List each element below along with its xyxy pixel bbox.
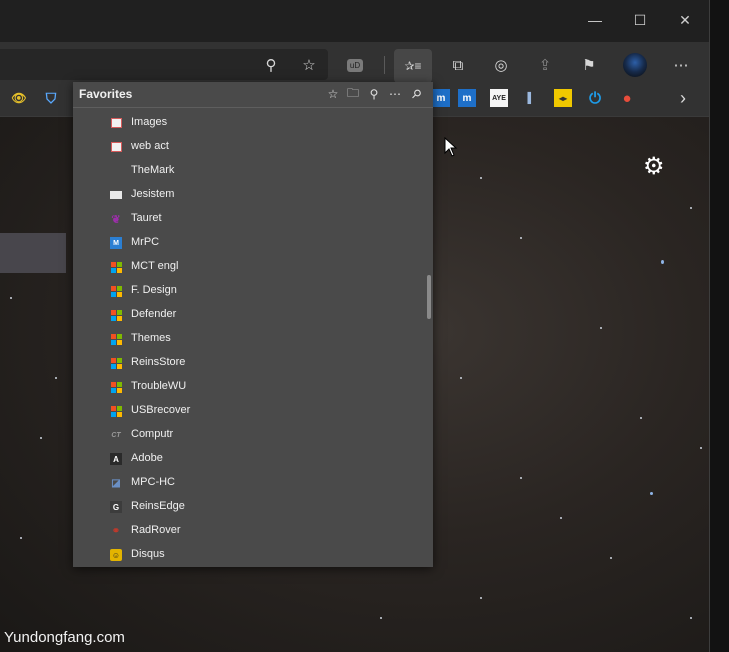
favorite-item-reinsstore[interactable]: ReinsStore — [73, 351, 433, 375]
favorite-item-mpc-hc[interactable]: ◪ MPC-HC — [73, 471, 433, 495]
disqus-favicon-icon: ☺ — [110, 549, 122, 561]
favorite-item-jesistem[interactable]: Jesistem — [73, 183, 433, 207]
profile-avatar[interactable] — [621, 52, 649, 78]
favorites-panel: Favorites ☆ 🗀 ⚲ ⋯ ⚲ Images web act TheMa… — [73, 82, 433, 567]
favorite-item-radrover[interactable]: ⚭ RadRover — [73, 519, 433, 543]
add-folder-icon[interactable]: 🗀 — [345, 86, 361, 102]
favbar-shield-icon[interactable]: ⛉ — [42, 89, 60, 107]
microsoft-favicon-icon — [110, 405, 122, 417]
feedback-icon[interactable]: ⚑ — [575, 52, 603, 78]
favorite-item-mrpc[interactable]: M MrPC — [73, 231, 433, 255]
favorites-panel-header: Favorites ☆ 🗀 ⚲ ⋯ ⚲ — [73, 82, 433, 108]
toolbar-divider — [384, 56, 385, 74]
left-content-panel — [0, 233, 66, 273]
microsoft-favicon-icon — [110, 381, 122, 393]
favbar-power-icon[interactable]: ⏻ — [586, 89, 604, 107]
g-favicon-icon: G — [110, 501, 122, 513]
favorite-item-themes[interactable]: Themes — [73, 327, 433, 351]
favorite-item-tauret[interactable]: ❦ Tauret — [73, 207, 433, 231]
ublock-origin-icon[interactable]: uD — [341, 52, 369, 78]
adobe-favicon-icon: A — [110, 453, 122, 465]
favbar-m-icon[interactable]: m — [432, 89, 450, 107]
watermark-text: Yundongfang.com — [4, 629, 125, 646]
favorites-list: Images web act TheMark Jesistem ❦ Tauret… — [73, 111, 433, 567]
favorites-hub-icon: ✰≡ — [404, 59, 422, 73]
favbar-overflow-chevron-icon[interactable]: › — [674, 88, 692, 108]
favbar-book-icon[interactable]: ▌ — [522, 89, 540, 107]
favorite-item-web-act[interactable]: web act — [73, 135, 433, 159]
favorite-item-usbrecover[interactable]: USBrecover — [73, 399, 433, 423]
mrpc-favicon-icon: M — [110, 237, 122, 249]
pin-favorites-icon[interactable]: ⚲ — [408, 86, 424, 102]
favorite-item-disqus[interactable]: ☺ Disqus — [73, 543, 433, 567]
minimize-button[interactable]: — — [572, 6, 618, 34]
title-bar: — ☐ ✕ — [0, 0, 710, 42]
bird-favicon-icon: ❦ — [111, 213, 121, 226]
favorite-item-f-design[interactable]: F. Design — [73, 279, 433, 303]
screenshot-icon[interactable]: ◎ — [487, 52, 515, 78]
favbar-circle-icon[interactable]: ● — [618, 89, 636, 107]
favorite-item-reinsedge[interactable]: G ReinsEdge — [73, 495, 433, 519]
desktop-edge — [710, 0, 729, 652]
close-button[interactable]: ✕ — [662, 6, 708, 34]
gear-icon: ⚙ — [643, 153, 665, 180]
favorite-item-computr[interactable]: CT Computr — [73, 423, 433, 447]
add-favorite-star-icon[interactable]: ☆ — [295, 52, 323, 78]
more-favorites-options-icon[interactable]: ⋯ — [387, 86, 403, 102]
box-favicon-icon — [110, 189, 122, 201]
favorite-item-mct-engl[interactable]: MCT engl — [73, 255, 433, 279]
microsoft-favicon-icon — [110, 261, 122, 273]
favorite-item-themark[interactable]: TheMark — [73, 159, 433, 183]
add-page-to-favorites-icon[interactable]: ☆ — [325, 86, 341, 102]
zoom-icon[interactable]: ⚲ — [257, 52, 285, 78]
favbar-eye-icon[interactable]: 👁 — [10, 89, 28, 107]
collections-icon[interactable]: ⧉ — [444, 52, 472, 78]
page-settings-button[interactable]: ⚙ — [643, 152, 665, 181]
share-icon[interactable]: ⇪ — [531, 52, 559, 78]
favorites-scrollbar-thumb[interactable] — [427, 275, 431, 319]
more-options-icon: ⋯ — [673, 57, 689, 74]
microsoft-favicon-icon — [110, 309, 122, 321]
mouse-cursor-icon — [444, 137, 458, 157]
microsoft-favicon-icon — [110, 357, 122, 369]
ct-favicon-icon: CT — [111, 431, 121, 439]
image-favicon-icon — [110, 117, 122, 129]
more-options-button[interactable]: ⋯ — [667, 52, 695, 78]
bike-favicon-icon: ⚭ — [111, 525, 121, 537]
maximize-button[interactable]: ☐ — [617, 6, 663, 34]
favorite-item-adobe[interactable]: A Adobe — [73, 447, 433, 471]
mpc-favicon-icon: ◪ — [111, 477, 121, 489]
profile-avatar-icon — [623, 53, 647, 77]
microsoft-favicon-icon — [110, 285, 122, 297]
search-favorites-icon[interactable]: ⚲ — [366, 86, 382, 102]
favbar-m2-icon[interactable]: m — [458, 89, 476, 107]
favorite-item-images[interactable]: Images — [73, 111, 433, 135]
favorites-panel-title: Favorites — [79, 87, 133, 101]
favbar-aye-icon[interactable]: AYE — [490, 89, 508, 107]
maximize-icon: ☐ — [633, 11, 647, 28]
favorites-hub-button[interactable]: ✰≡ — [394, 49, 432, 83]
microsoft-favicon-icon — [110, 333, 122, 345]
favorite-item-defender[interactable]: Defender — [73, 303, 433, 327]
favorite-item-troublewu[interactable]: TroubleWU — [73, 375, 433, 399]
image-favicon-icon — [110, 141, 122, 153]
favbar-arrows-icon[interactable]: ◂▸ — [554, 89, 572, 107]
minimize-icon: — — [588, 12, 602, 28]
close-icon: ✕ — [679, 11, 691, 28]
